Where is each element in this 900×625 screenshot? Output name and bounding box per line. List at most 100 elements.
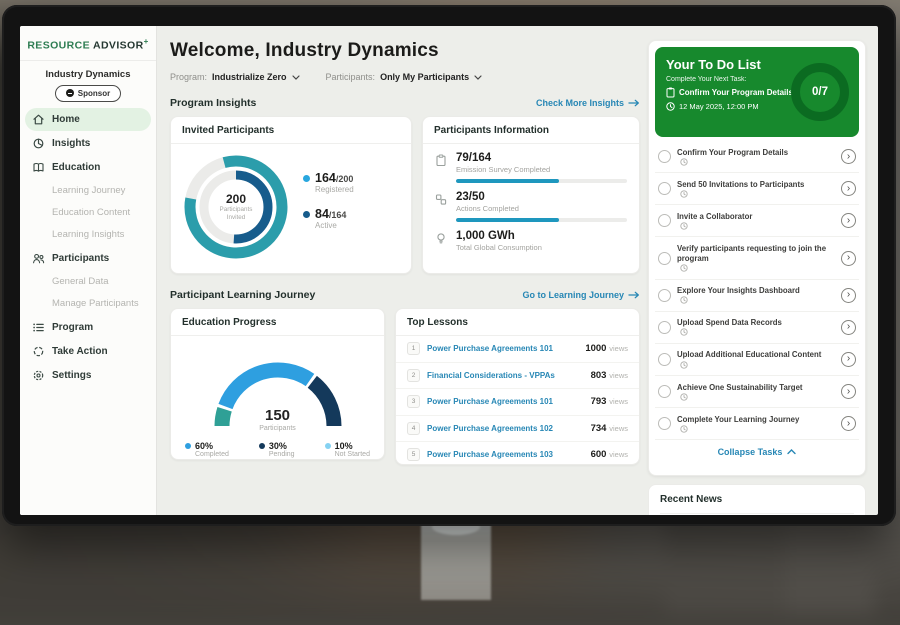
task-checkbox[interactable] <box>658 182 671 195</box>
invited-participants-card: Invited Participants 200 Participants In… <box>170 116 412 274</box>
task-chevron-button[interactable]: › <box>841 288 856 303</box>
lesson-rank: 5 <box>407 448 420 461</box>
sidebar-item-settings[interactable]: Settings <box>25 364 151 387</box>
logo-plus: + <box>144 37 149 46</box>
program-label: Program: <box>170 72 207 82</box>
task-row[interactable]: Upload Additional Educational Content› <box>655 344 859 376</box>
lesson-row[interactable]: 4Power Purchase Agreements 102734 views <box>396 416 639 443</box>
sidebar-item-label: Participants <box>52 253 109 264</box>
task-row[interactable]: Achieve One Sustainability Target› <box>655 376 859 408</box>
monitor-bezel: RESOURCE ADVISOR+ Industry Dynamics Spon… <box>2 5 896 526</box>
progress-bar <box>456 218 627 222</box>
legend-dot <box>303 175 310 182</box>
arrow-right-icon <box>628 99 640 107</box>
participants-information-card: Participants Information 79/164Emission … <box>422 116 640 274</box>
sidebar-item-insights[interactable]: Insights <box>25 132 151 155</box>
task-chevron-button[interactable]: › <box>841 181 856 196</box>
sidebar-subitem-manage-participants[interactable]: Manage Participants <box>25 293 151 315</box>
task-chevron-button[interactable]: › <box>841 213 856 228</box>
lesson-row[interactable]: 2Financial Considerations - VPPAs803 vie… <box>396 363 639 390</box>
info-row: 79/164Emission Survey Completed <box>423 144 639 183</box>
education-legend-item: 60%Completed <box>185 441 229 458</box>
clock-icon <box>666 102 675 111</box>
task-row[interactable]: Invite a Collaborator› <box>655 205 859 237</box>
task-row[interactable]: Confirm Your Program Details› <box>655 141 859 173</box>
program-value: Industrialize Zero <box>212 72 287 82</box>
recent-news-card: Recent News <box>648 484 866 515</box>
sidebar-subitem-learning-insights[interactable]: Learning Insights <box>25 224 151 246</box>
sidebar-item-program[interactable]: Program <box>25 316 151 339</box>
sidebar-item-take-action[interactable]: Take Action <box>25 340 151 363</box>
todo-panel: Your To Do List Complete Your Next Task:… <box>648 40 866 476</box>
lesson-rank: 4 <box>407 422 420 435</box>
chevron-up-icon <box>787 449 796 455</box>
invited-total-label: Participants Invited <box>210 206 262 222</box>
task-chevron-button[interactable]: › <box>841 352 856 367</box>
task-checkbox[interactable] <box>658 353 671 366</box>
insights-cards-row: Invited Participants 200 Participants In… <box>170 116 648 274</box>
invited-total: 200 <box>226 192 246 206</box>
sidebar-item-participants[interactable]: Participants <box>25 247 151 270</box>
arrow-right-icon <box>628 291 640 299</box>
collapse-tasks-link[interactable]: Collapse Tasks <box>655 447 859 457</box>
task-checkbox[interactable] <box>658 321 671 334</box>
chevron-down-icon <box>292 75 300 80</box>
task-checkbox[interactable] <box>658 289 671 302</box>
sponsor-badge: Sponsor <box>55 85 121 102</box>
sidebar-subitem-learning-journey[interactable]: Learning Journey <box>25 180 151 202</box>
go-to-learning-journey-link[interactable]: Go to Learning Journey <box>522 290 640 300</box>
task-row[interactable]: Send 50 Invitations to Participants› <box>655 173 859 205</box>
participants-dropdown[interactable]: Participants: Only My Participants <box>326 72 483 82</box>
sidebar-subitem-education-content[interactable]: Education Content <box>25 202 151 224</box>
task-checkbox[interactable] <box>658 150 671 163</box>
task-row[interactable]: Complete Your Learning Journey› <box>655 408 859 440</box>
program-dropdown[interactable]: Program: Industrialize Zero <box>170 72 300 82</box>
invited-participants-title: Invited Participants <box>171 117 411 144</box>
task-checkbox[interactable] <box>658 417 671 430</box>
info-row: 23/50Actions Completed <box>423 183 639 222</box>
lesson-link[interactable]: Power Purchase Agreements 101 <box>427 397 584 406</box>
learning-journey-header: Participant Learning Journey Go to Learn… <box>170 289 640 301</box>
lesson-link[interactable]: Power Purchase Agreements 102 <box>427 424 584 433</box>
task-chevron-button[interactable]: › <box>841 149 856 164</box>
participants-information-title: Participants Information <box>423 117 639 144</box>
logo-advisor: ADVISOR <box>93 40 144 52</box>
check-more-insights-link[interactable]: Check More Insights <box>536 98 640 108</box>
learning-journey-title: Participant Learning Journey <box>170 289 315 301</box>
task-checkbox[interactable] <box>658 214 671 227</box>
todo-next-task: Confirm Your Program Details <box>679 88 793 97</box>
insights-icon <box>32 137 45 150</box>
lesson-link[interactable]: Power Purchase Agreements 101 <box>427 344 578 353</box>
task-row[interactable]: Upload Spend Data Records› <box>655 312 859 344</box>
task-checkbox[interactable] <box>658 385 671 398</box>
lesson-row[interactable]: 1Power Purchase Agreements 1011000 views <box>396 336 639 363</box>
top-lessons-card: Top Lessons 1Power Purchase Agreements 1… <box>395 308 640 465</box>
progress-bar <box>456 179 627 183</box>
lesson-link[interactable]: Power Purchase Agreements 103 <box>427 450 584 459</box>
legend-dot <box>185 443 191 449</box>
sidebar-subitem-general-data[interactable]: General Data <box>25 271 151 293</box>
lesson-row[interactable]: 3Power Purchase Agreements 101793 views <box>396 389 639 416</box>
task-chevron-button[interactable]: › <box>841 320 856 335</box>
task-chevron-button[interactable]: › <box>841 251 856 266</box>
task-chevron-button[interactable]: › <box>841 384 856 399</box>
legend-dot <box>259 443 265 449</box>
task-checkbox[interactable] <box>658 252 671 265</box>
task-list: Confirm Your Program Details›Send 50 Inv… <box>655 141 859 440</box>
sidebar-item-education[interactable]: Education <box>25 156 151 179</box>
org-name: Industry Dynamics <box>20 69 156 80</box>
sidebar-item-home[interactable]: Home <box>25 108 151 131</box>
task-chevron-button[interactable]: › <box>841 416 856 431</box>
task-row[interactable]: Verify participants requesting to join t… <box>655 237 859 279</box>
education-legend-item: 30%Pending <box>259 441 295 458</box>
education-gauge-chart: 150 Participants <box>198 346 358 432</box>
lesson-link[interactable]: Financial Considerations - VPPAs <box>427 371 584 380</box>
education-legend-item: 10%Not Started <box>325 441 370 458</box>
lesson-row[interactable]: 5Power Purchase Agreements 103600 views <box>396 442 639 468</box>
legend-dot <box>325 443 331 449</box>
task-row[interactable]: Explore Your Insights Dashboard› <box>655 280 859 312</box>
todo-header: Your To Do List Complete Your Next Task:… <box>655 47 859 137</box>
education-icon <box>32 161 45 174</box>
invited-legend: 164/200Registered84/164Active <box>303 171 354 243</box>
filter-row: Program: Industrialize Zero Participants… <box>170 72 648 82</box>
